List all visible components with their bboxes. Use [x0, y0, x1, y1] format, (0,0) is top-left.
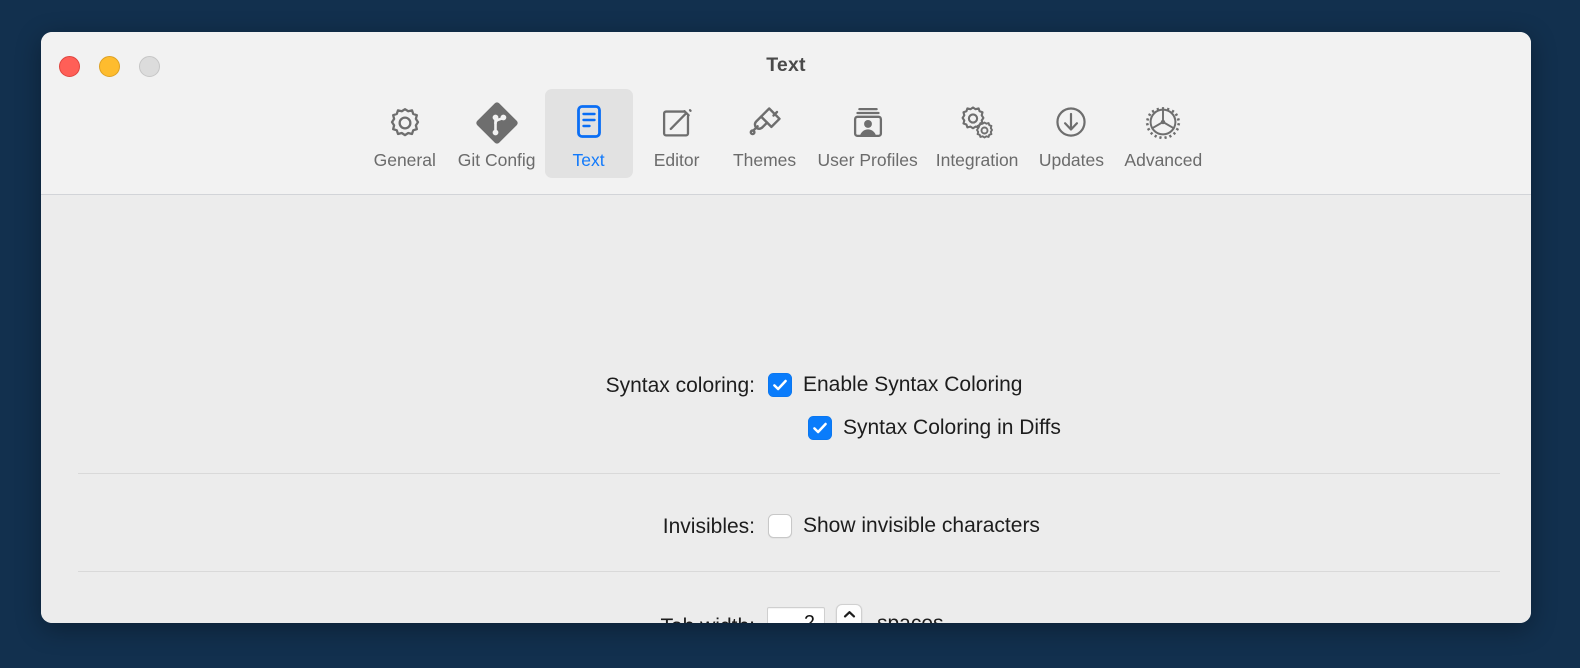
download-arrow-icon — [1050, 100, 1092, 146]
paintbrush-icon — [743, 100, 787, 146]
tab-themes[interactable]: Themes — [721, 89, 809, 178]
tab-label: Editor — [654, 152, 700, 170]
syntax-coloring-in-diffs-row[interactable]: Syntax Coloring in Diffs — [808, 416, 1061, 440]
enable-syntax-coloring-row[interactable]: Enable Syntax Coloring — [768, 373, 1022, 397]
pencil-square-icon — [656, 100, 698, 146]
tab-width-stepper[interactable] — [836, 604, 862, 623]
stepper-increment-button[interactable] — [837, 605, 861, 623]
section-divider-1 — [78, 473, 1500, 474]
tab-integration[interactable]: Integration — [927, 89, 1028, 178]
tab-width-row[interactable]: 2 spaces — [767, 604, 944, 623]
section-divider-2 — [78, 571, 1500, 572]
tab-label: Updates — [1039, 152, 1104, 170]
syntax-coloring-in-diffs-checkbox[interactable] — [808, 416, 832, 440]
show-invisible-characters-label: Show invisible characters — [803, 514, 1040, 538]
window-title: Text — [41, 54, 1531, 77]
document-text-icon — [569, 100, 609, 146]
tab-text[interactable]: Text — [545, 89, 633, 178]
tab-label: Integration — [936, 152, 1019, 170]
tab-label: Advanced — [1124, 152, 1202, 170]
tab-label: General — [374, 152, 436, 170]
desktop-background: Text General — [0, 0, 1580, 668]
window-titlebar: Text General — [41, 32, 1531, 195]
tab-width-unit-label: spaces — [877, 612, 944, 624]
tab-label: Text — [572, 152, 604, 170]
tab-label: User Profiles — [818, 152, 918, 170]
show-invisible-characters-row[interactable]: Show invisible characters — [768, 514, 1040, 538]
tab-label: Git Config — [458, 152, 536, 170]
two-gears-icon — [955, 100, 999, 146]
tab-updates[interactable]: Updates — [1027, 89, 1115, 178]
tab-editor[interactable]: Editor — [633, 89, 721, 178]
show-invisible-characters-checkbox[interactable] — [768, 514, 792, 538]
tab-advanced[interactable]: Advanced — [1115, 89, 1211, 178]
gear-icon — [384, 100, 426, 146]
tab-general[interactable]: General — [361, 89, 449, 178]
tab-width-input[interactable]: 2 — [767, 607, 825, 624]
syntax-coloring-in-diffs-label: Syntax Coloring in Diffs — [843, 416, 1061, 440]
enable-syntax-coloring-checkbox[interactable] — [768, 373, 792, 397]
git-branch-icon — [475, 100, 519, 146]
user-card-icon — [847, 100, 889, 146]
tab-label: Themes — [733, 152, 796, 170]
preferences-window: Text General — [41, 32, 1531, 623]
preferences-toolbar: General — [41, 89, 1531, 178]
cog-wheel-icon — [1141, 100, 1185, 146]
tab-user-profiles[interactable]: User Profiles — [809, 89, 927, 178]
tab-git-config[interactable]: Git Config — [449, 89, 545, 178]
preferences-content: Syntax coloring: Enable Syntax Coloring … — [41, 195, 1531, 623]
enable-syntax-coloring-label: Enable Syntax Coloring — [803, 373, 1022, 397]
syntax-coloring-label: Syntax coloring: — [41, 374, 755, 398]
invisibles-label: Invisibles: — [41, 515, 755, 539]
tab-width-label: Tab width: — [41, 615, 755, 623]
